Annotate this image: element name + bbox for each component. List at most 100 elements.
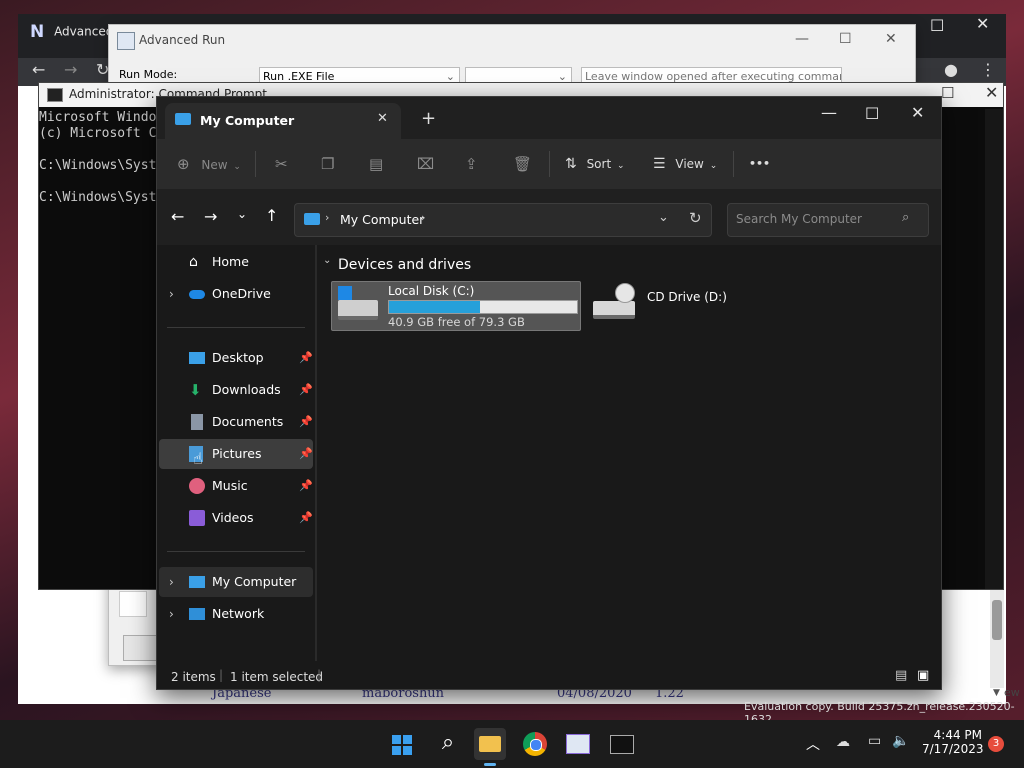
sidebar-item-pictures[interactable]: Pictures 📌 [159,439,313,469]
drive-item-c[interactable]: Local Disk (C:) 40.9 GB free of 79.3 GB [331,281,581,331]
forward-icon[interactable]: → [204,207,217,226]
cloud-offline-icon[interactable]: ☁ [836,734,850,750]
file-explorer-taskbar-button[interactable] [474,728,506,766]
adv-close-icon[interactable]: ✕ [885,31,897,47]
browser-tab[interactable]: N Advanced [30,22,120,50]
recent-locations-icon[interactable]: ⌄ [237,207,247,221]
browser-forward-icon[interactable]: → [64,60,77,79]
browser-back-icon[interactable]: ← [32,60,45,79]
profile-icon[interactable]: ● [944,60,958,79]
pin-icon[interactable]: 📌 [299,407,313,437]
breadcrumb-separator-icon[interactable]: › [421,211,425,224]
pin-icon[interactable]: 📌 [299,439,313,469]
new-tab-icon[interactable]: + [421,108,436,129]
copy-icon[interactable]: ❐ [321,151,334,177]
chevron-right-icon[interactable]: › [169,279,174,309]
adv-button[interactable] [123,635,159,661]
network-icon[interactable]: ▭ [868,733,881,749]
adv-maximize-icon[interactable]: ☐ [839,31,852,47]
maximize-icon[interactable]: ☐ [865,104,879,123]
sidebar-item-documents[interactable]: Documents 📌 [159,407,313,437]
sidebar-item-videos[interactable]: Videos 📌 [159,503,313,533]
cloud-icon [189,290,205,299]
details-view-icon[interactable]: ▤ [895,668,907,683]
address-dropdown-icon[interactable]: ⌄ [658,210,669,225]
address-bar[interactable]: › My Computer › ⌄ ↻ [294,203,712,237]
tiles-view-icon[interactable]: ▣ [917,668,929,683]
network-icon [189,608,205,620]
chevron-right-icon[interactable]: › [169,567,174,597]
cmd-line-4: C:\Windows\Syst [39,158,157,173]
sidebar-label: Desktop [212,350,264,365]
sort-button[interactable]: ⇅ Sort ⌄ [565,151,625,177]
search-icon: ⌕ [902,210,910,225]
new-button[interactable]: ⊕ New ⌄ [177,151,241,177]
drive-c-usage-fill [389,301,480,313]
tab-bar: My Computer ✕ + — ☐ ✕ [157,97,941,139]
sidebar-item-downloads[interactable]: ⬇ Downloads 📌 [159,375,313,405]
more-options-button[interactable]: ••• [749,151,770,177]
chevron-up-icon[interactable]: ︿ [806,734,820,754]
sidebar-item-network[interactable]: › Network [159,599,313,629]
view-button[interactable]: ☰ View ⌄ [653,151,717,177]
browser-maximize-icon[interactable]: ☐ [930,16,944,35]
up-icon[interactable]: ↑ [265,206,278,225]
chevron-right-icon[interactable]: › [169,599,174,629]
file-list: ⌄ Devices and drives Local Disk (C:) 40.… [317,245,939,661]
sidebar-label: Videos [212,510,254,525]
refresh-icon[interactable]: ↻ [689,209,702,227]
cmd-scrollbar[interactable] [985,109,1003,589]
sidebar-item-onedrive[interactable]: › OneDrive [159,279,313,309]
minimize-icon[interactable]: — [821,103,837,122]
collapse-group-icon[interactable]: ⌄ [323,255,331,266]
pin-icon[interactable]: 📌 [299,375,313,405]
browser-menu-icon[interactable]: ⋮ [980,60,996,79]
scroll-down-icon[interactable]: ▼ [993,688,1000,698]
chrome-taskbar-button[interactable] [519,728,551,760]
group-header[interactable]: Devices and drives [338,257,471,273]
sidebar-item-desktop[interactable]: Desktop 📌 [159,343,313,373]
app-window-icon [566,734,590,754]
volume-icon[interactable]: 🔈 [892,733,909,749]
browser-close-icon[interactable]: ✕ [976,14,989,33]
search-input[interactable]: Search My Computer ⌕ [727,203,929,237]
drive-item-d[interactable]: CD Drive (D:) [589,281,789,329]
sidebar-item-my-computer[interactable]: › My Computer [159,567,313,597]
start-button[interactable] [386,728,418,760]
back-icon[interactable]: ← [171,207,184,226]
cmd-maximize-icon[interactable]: ☐ [941,84,954,102]
document-icon [191,414,203,430]
cmd-line-2: (c) Microsoft C [39,126,157,141]
tab-my-computer[interactable]: My Computer ✕ [165,103,401,139]
notification-badge[interactable]: 3 [988,736,1004,752]
tab-close-icon[interactable]: ✕ [377,111,388,126]
pin-icon[interactable]: 📌 [299,343,313,373]
cut-icon[interactable]: ✂ [275,151,288,177]
cmd-close-icon[interactable]: ✕ [985,83,998,102]
clock[interactable]: 4:44 PM 7/17/2023 [922,728,984,756]
terminal-taskbar-button[interactable] [606,728,638,760]
chevron-down-icon: ⌄ [617,161,625,171]
advanced-run-taskbar-button[interactable] [562,728,594,760]
tab-title: My Computer [200,113,295,128]
view-label: View [675,157,704,171]
rename-icon[interactable]: ⌧ [417,151,434,177]
desktop-icon [189,352,205,364]
video-icon [189,510,205,526]
share-icon[interactable]: ⇪ [465,151,478,177]
paste-icon[interactable]: ▤ [369,151,383,177]
search-icon[interactable]: ⌕ [432,728,464,760]
run-mode-label: Run Mode: [119,68,178,81]
close-icon[interactable]: ✕ [911,103,924,122]
navigation-pane: ⌂ Home › OneDrive Desktop 📌 ⬇ Downloads … [157,245,315,661]
adv-minimize-icon[interactable]: — [795,31,809,47]
pin-icon[interactable]: 📌 [299,471,313,501]
sidebar-item-music[interactable]: Music 📌 [159,471,313,501]
delete-icon[interactable]: 🗑 [513,151,532,177]
file-explorer-window: My Computer ✕ + — ☐ ✕ ⊕ New ⌄ ✂ ❐ ▤ ⌧ ⇪ … [156,96,942,690]
sidebar-item-home[interactable]: ⌂ Home [159,247,313,277]
scrollbar-thumb[interactable] [992,600,1002,640]
pin-icon[interactable]: 📌 [299,503,313,533]
breadcrumb-my-computer[interactable]: My Computer [340,212,424,227]
list-checkbox[interactable] [119,591,147,617]
